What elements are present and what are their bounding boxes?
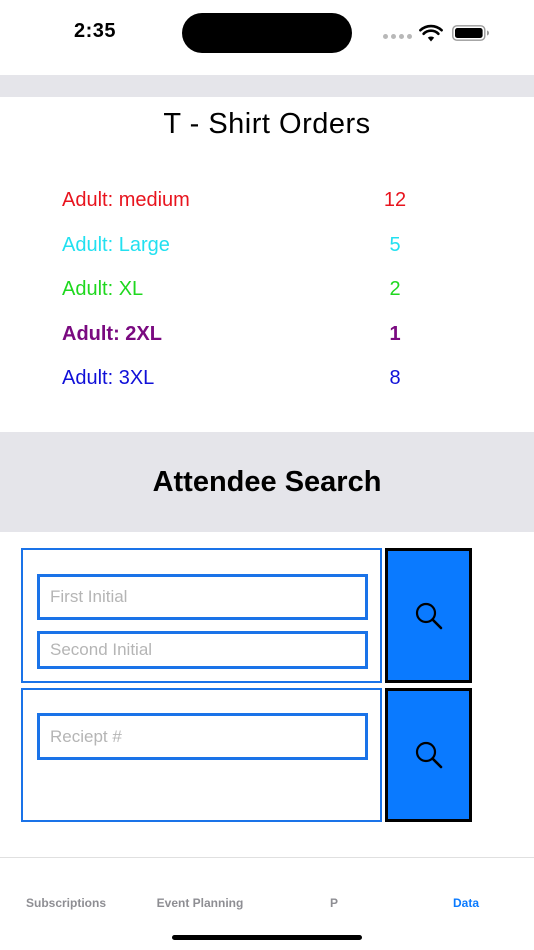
order-label: Adult: Large [62,234,170,256]
tab-data[interactable]: Data [436,896,496,910]
top-divider-strip [0,75,534,97]
order-row-large: Adult: Large 5 [62,234,412,260]
tab-subscriptions[interactable]: Subscriptions [10,896,122,910]
dynamic-island [182,13,352,53]
orders-title: T - Shirt Orders [163,108,371,140]
search-initials-button[interactable] [385,548,472,683]
order-label: Adult: 2XL [62,323,162,345]
status-bar: 2:35 [0,0,534,70]
tab-event-planning[interactable]: Event Planning [140,896,260,910]
initials-panel [21,548,382,683]
order-count: 8 [389,367,401,389]
order-count: 2 [389,278,401,300]
order-count: 12 [383,189,407,211]
order-row-xl: Adult: XL 2 [62,278,412,304]
first-initial-input[interactable] [37,574,368,620]
order-count: 1 [389,323,401,345]
search-receipt-button[interactable] [385,688,472,822]
order-row-2xl: Adult: 2XL 1 [62,323,412,349]
status-time: 2:35 [74,20,117,42]
cellular-signal-icon [383,34,412,39]
search-icon [415,602,442,629]
order-label: Adult: medium [62,189,190,211]
second-initial-input[interactable] [37,631,368,669]
order-label: Adult: XL [62,278,144,300]
receipt-input[interactable] [37,713,368,760]
search-icon [415,741,442,769]
receipt-panel [21,688,382,822]
order-count: 5 [389,234,401,256]
order-row-medium: Adult: medium 12 [62,189,412,215]
battery-icon [452,25,489,41]
wifi-icon [419,24,443,42]
tab-p[interactable]: P [314,896,354,910]
order-label: Adult: 3XL [62,367,155,389]
tab-bar-divider [0,857,534,858]
order-row-3xl: Adult: 3XL 8 [62,367,412,393]
home-indicator [172,935,362,940]
search-title: Attendee Search [152,466,382,498]
